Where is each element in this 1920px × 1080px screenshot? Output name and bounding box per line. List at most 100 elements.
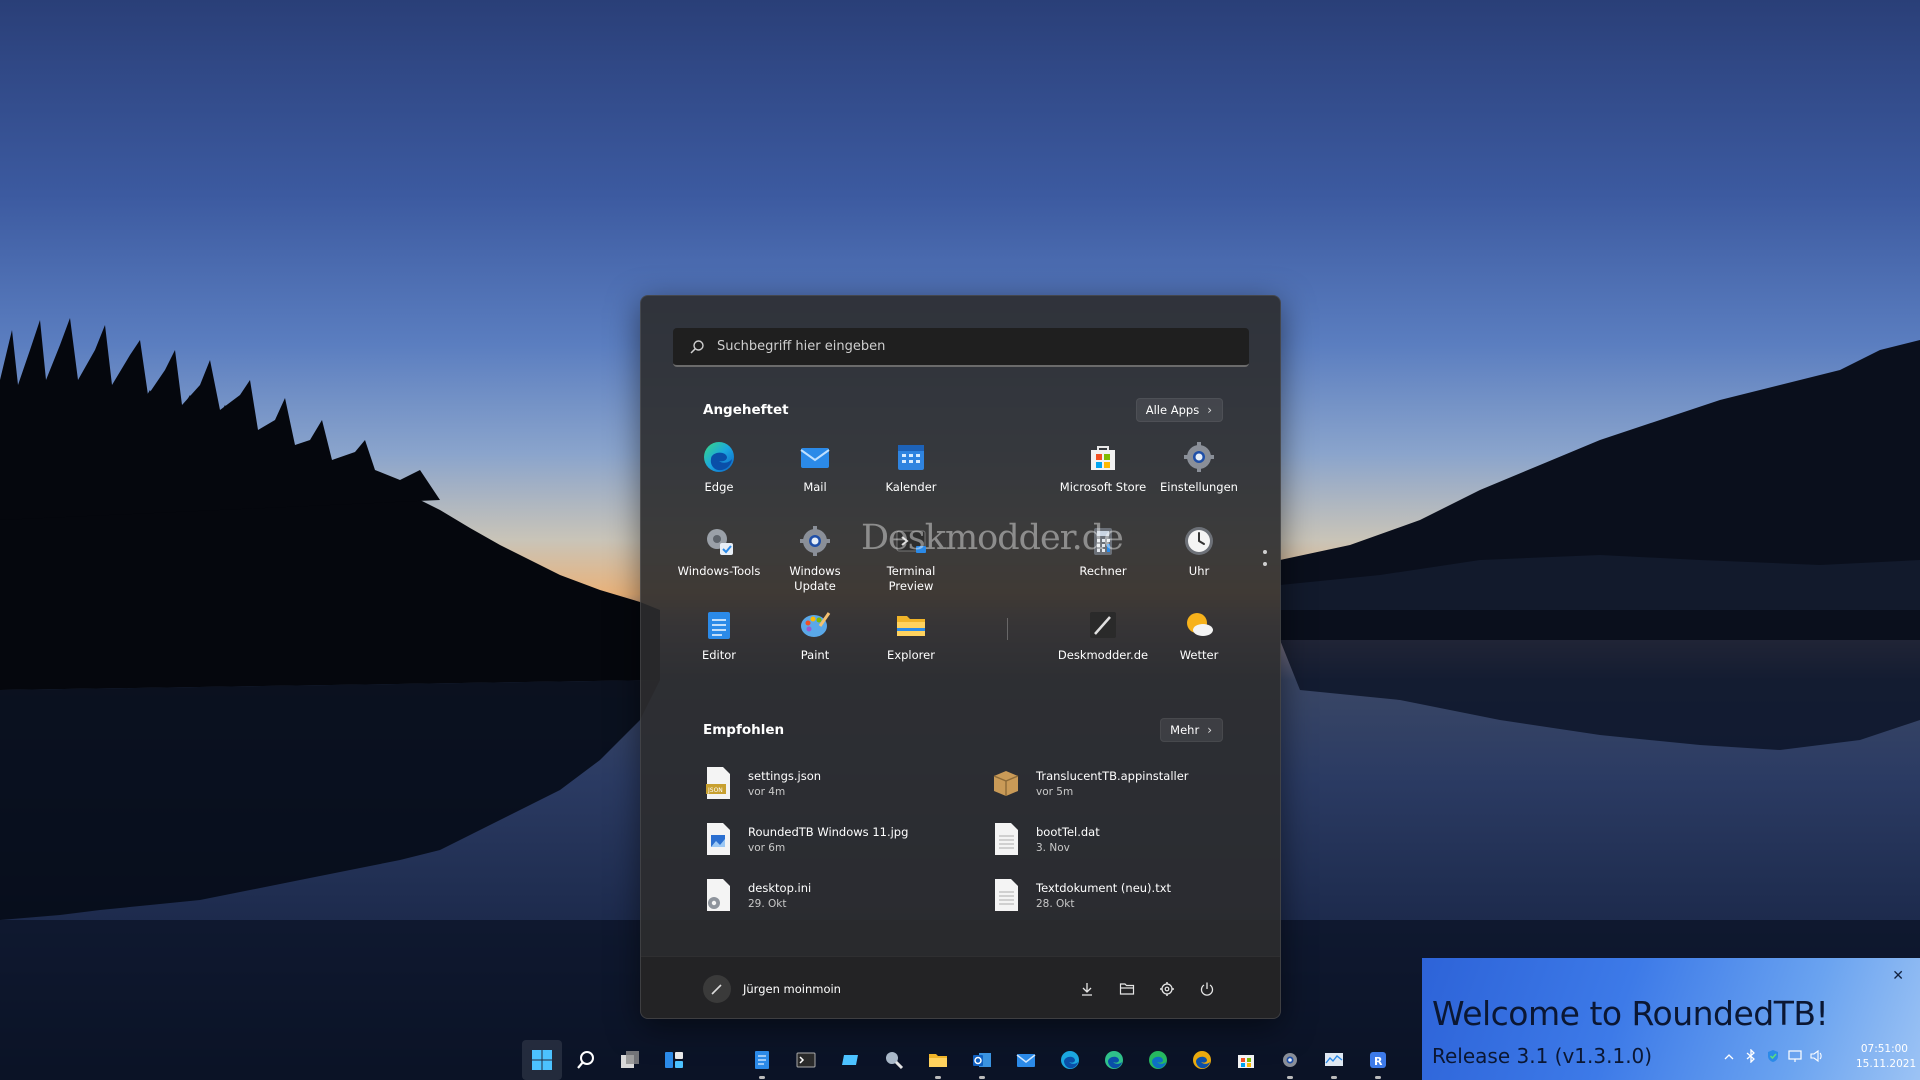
page-indicator[interactable] [1263, 550, 1269, 574]
taskbar-monitor[interactable] [1314, 1040, 1354, 1080]
pinned-app-einstellungen[interactable]: Einstellungen [1151, 434, 1247, 514]
avatar [703, 975, 731, 1003]
recommended-item[interactable]: RoundedTB Windows 11.jpg vor 6m [703, 815, 963, 863]
tag-icon [842, 1055, 858, 1065]
settings-button[interactable] [1157, 979, 1177, 999]
more-button[interactable]: Mehr › [1160, 718, 1223, 742]
all-apps-button[interactable]: Alle Apps › [1135, 398, 1223, 422]
taskbar-mail[interactable] [1006, 1040, 1046, 1080]
taskbar-app[interactable] [830, 1040, 870, 1080]
pinned-app-wetter[interactable]: Wetter [1151, 602, 1247, 682]
app-label: Mail [803, 480, 827, 494]
user-profile-button[interactable]: Jürgen moinmoin [703, 975, 841, 1003]
mail-icon [800, 448, 830, 468]
windows-logo-icon [532, 1050, 552, 1070]
shield-check-icon [1768, 1049, 1778, 1062]
start-button[interactable] [522, 1040, 562, 1080]
user-name: Jürgen moinmoin [743, 982, 841, 996]
pinned-app-windows-tools[interactable]: Windows-Tools [671, 518, 767, 598]
task-view-icon [621, 1051, 639, 1068]
weather-icon [1187, 613, 1213, 636]
taskbar-notepad[interactable] [742, 1040, 782, 1080]
tray-bluetooth[interactable] [1740, 1047, 1762, 1067]
taskbar-store[interactable] [1226, 1040, 1266, 1080]
pinned-app-uhr[interactable]: Uhr [1151, 518, 1247, 598]
recommended-item[interactable]: JSON settings.json vor 4m [703, 759, 963, 807]
settings-icon [1283, 1053, 1297, 1067]
close-icon[interactable]: ✕ [1892, 968, 1904, 984]
taskbar-terminal[interactable] [786, 1040, 826, 1080]
tray-network[interactable] [1784, 1048, 1806, 1067]
magnifier-icon [886, 1052, 904, 1070]
folder-outline-icon [1119, 983, 1135, 995]
json-file-icon: JSON [706, 767, 730, 799]
power-icon [1200, 982, 1214, 996]
app-label: Windows Update [789, 564, 841, 593]
pinned-app-windows-update[interactable]: Windows Update [767, 518, 863, 598]
pinned-title: Angeheftet [703, 402, 789, 418]
taskbar-edge-canary[interactable] [1182, 1040, 1222, 1080]
recommended-item[interactable]: Textdokument (neu).txt 28. Okt [991, 871, 1251, 919]
mail-icon [1016, 1054, 1036, 1067]
svg-text:JSON: JSON [707, 787, 723, 794]
app-label: Rechner [1079, 564, 1127, 578]
taskbar-edge-beta[interactable] [1094, 1040, 1134, 1080]
svg-text:R: R [1374, 1055, 1383, 1068]
notification-title: Welcome to RoundedTB! [1432, 994, 1829, 1033]
power-button[interactable] [1197, 979, 1217, 999]
file-explorer-button[interactable] [1117, 979, 1137, 999]
pinned-app-explorer[interactable]: Explorer [863, 602, 959, 682]
widgets-button[interactable] [654, 1040, 694, 1080]
recommended-item[interactable]: bootTel.dat 3. Nov [991, 815, 1251, 863]
taskbar-search-button[interactable] [566, 1040, 606, 1080]
taskbar-outlook[interactable] [962, 1040, 1002, 1080]
more-label: Mehr [1170, 723, 1200, 737]
app-label: Editor [701, 648, 737, 662]
pinned-app-paint[interactable]: Paint [767, 602, 863, 682]
recommended-item[interactable]: desktop.ini 29. Okt [703, 871, 963, 919]
taskbar-clock[interactable]: 07:51:00 15.11.2021 [1856, 1042, 1917, 1072]
pinned-app-kalender[interactable]: Kalender [863, 434, 959, 514]
pinned-app-mail[interactable]: Mail [767, 434, 863, 514]
tray-defender[interactable] [1762, 1048, 1784, 1067]
taskbar-magnifier[interactable] [874, 1040, 914, 1080]
clock-time: 07:51:00 [1860, 1043, 1908, 1055]
outlook-icon [973, 1053, 991, 1067]
tray-volume[interactable] [1806, 1048, 1828, 1067]
search-box[interactable] [673, 328, 1249, 367]
network-icon [1788, 1049, 1802, 1062]
terminal-icon [796, 1052, 816, 1068]
recommended-name: TranslucentTB.appinstaller [1036, 768, 1189, 783]
volume-icon [1810, 1049, 1822, 1062]
app-label: Edge [704, 480, 734, 494]
taskbar-settings[interactable] [1270, 1040, 1310, 1080]
start-footer: Jürgen moinmoin [641, 956, 1280, 1018]
downloads-button[interactable] [1077, 979, 1097, 999]
search-input[interactable] [717, 339, 1217, 354]
pinned-app-editor[interactable]: Editor [671, 602, 767, 682]
recommended-title: Empfohlen [703, 722, 785, 738]
recommended-header: Empfohlen Mehr › [703, 718, 1223, 742]
paint-icon [801, 612, 831, 637]
pinned-app-microsoft-store[interactable]: Microsoft Store [1055, 434, 1151, 514]
recommended-item[interactable]: TranslucentTB.appinstaller vor 5m [991, 759, 1251, 807]
edge-beta-icon [1105, 1051, 1123, 1069]
taskbar-edge-dev[interactable] [1138, 1040, 1178, 1080]
task-view-button[interactable] [610, 1040, 650, 1080]
app-label: Microsoft Store [1059, 480, 1147, 494]
taskbar-roundedtb[interactable]: R [1358, 1040, 1398, 1080]
chevron-right-icon: › [1207, 403, 1212, 417]
taskbar-edge[interactable] [1050, 1040, 1090, 1080]
clock-date: 15.11.2021 [1856, 1058, 1917, 1070]
pinned-app-edge[interactable]: Edge [671, 434, 767, 514]
widgets-icon [665, 1052, 683, 1068]
drag-separator [1007, 618, 1008, 640]
recommended-time: 28. Okt [1036, 897, 1075, 910]
taskbar-explorer[interactable] [918, 1040, 958, 1080]
chevron-right-icon: › [1207, 723, 1212, 737]
image-file-icon [707, 823, 730, 855]
tray-overflow-button[interactable] [1718, 1048, 1740, 1067]
store-icon [1238, 1055, 1254, 1068]
taskbar: R [0, 1032, 1920, 1080]
pinned-app-deskmodder[interactable]: Deskmodder.de [1055, 602, 1151, 682]
